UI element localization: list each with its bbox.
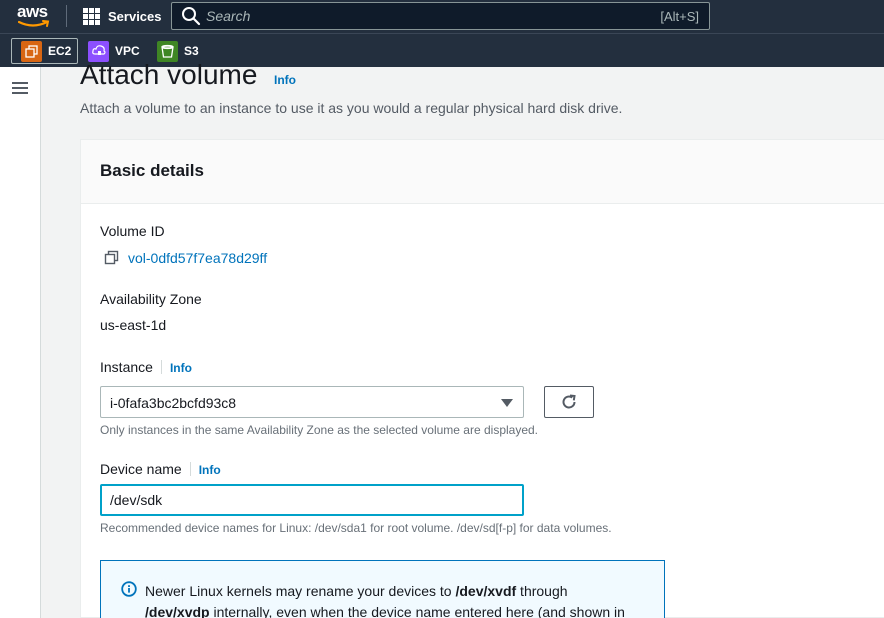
favorite-label: VPC [115,44,140,58]
copy-icon[interactable] [104,250,119,265]
services-menu-button[interactable]: Services [83,7,162,25]
panel-title: Basic details [100,161,204,180]
ec2-icon [21,40,42,62]
instance-label: Instance [100,359,153,375]
device-name-input[interactable] [100,484,524,516]
availability-zone-label: Availability Zone [100,291,202,307]
instance-info-link[interactable]: Info [170,361,192,375]
caret-down-icon [501,399,513,407]
instance-label-row: Instance Info [100,359,192,375]
favorite-label: S3 [184,44,199,58]
volume-id-label: Volume ID [100,223,165,239]
info-alert: Newer Linux kernels may rename your devi… [100,560,665,618]
aws-logo[interactable]: aws [17,3,51,29]
alert-text: Newer Linux kernels may rename your devi… [145,583,625,618]
search-input[interactable] [206,8,661,24]
device-info-link[interactable]: Info [199,463,221,477]
refresh-icon [562,394,576,409]
instance-select[interactable]: i-0fafa3bc2bcfd93c8 [100,386,524,418]
refresh-instances-button[interactable] [544,386,594,418]
device-label-row: Device name Info [100,461,221,477]
favorite-label: EC2 [48,44,72,58]
label-divider [189,462,191,476]
instance-select-value: i-0fafa3bc2bcfd93c8 [110,395,237,411]
instance-hint: Only instances in the same Availability … [100,423,539,437]
top-navigation: aws Services [Alt+S] [0,0,884,33]
aws-smile-icon [18,20,50,27]
device-hint: Recommended device names for Linux: /dev… [100,521,612,535]
menu-icon[interactable] [12,82,28,94]
search-bar[interactable]: [Alt+S] [171,2,710,30]
favorite-ec2[interactable]: EC2 [11,38,78,64]
grid-icon [83,7,100,25]
search-shortcut-hint: [Alt+S] [660,8,699,24]
title-info-link[interactable]: Info [274,73,296,87]
services-label: Services [108,8,162,24]
sidebar [0,67,41,618]
availability-zone-value: us-east-1d [100,317,167,333]
label-divider [160,360,162,374]
device-name-label: Device name [100,461,182,477]
page-title: Attach volume [80,59,258,90]
page-description: Attach a volume to an instance to use it… [80,100,623,116]
search-icon [182,7,201,26]
volume-id-link[interactable]: vol-0dfd57f7ea78d29ff [128,250,267,266]
info-circle-icon [121,581,137,597]
panel-header: Basic details [81,140,884,204]
aws-logo-text: aws [17,2,48,21]
basic-details-panel: Basic details [80,139,884,618]
nav-divider [66,5,67,27]
